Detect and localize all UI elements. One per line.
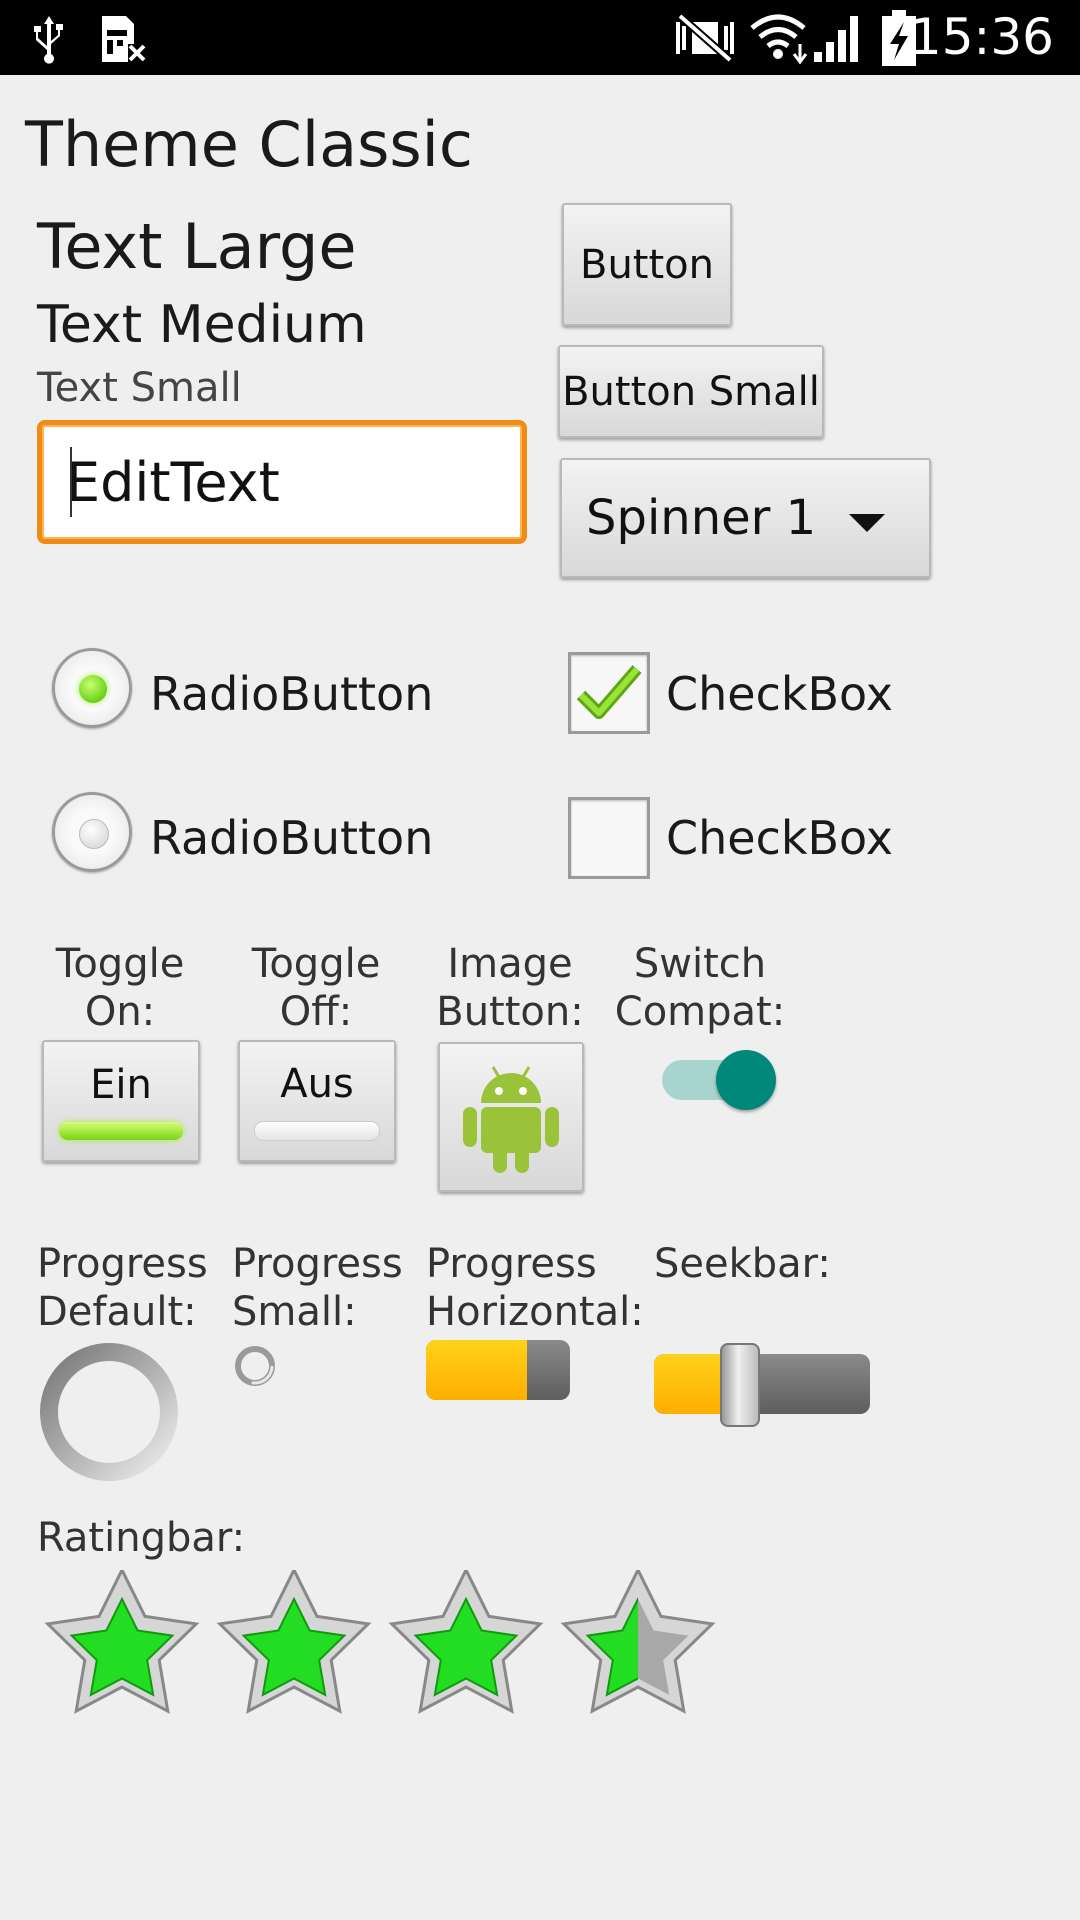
progress-horizontal-label: Progress Horizontal: — [426, 1240, 644, 1336]
toggle-off-indicator — [254, 1121, 380, 1141]
seekbar-label: Seekbar: — [654, 1241, 831, 1287]
checkbox-2-label[interactable]: CheckBox — [666, 811, 893, 865]
progress-small-label-text: Progress Small: — [232, 1241, 403, 1335]
text-cursor — [70, 447, 72, 517]
checkbox-2[interactable] — [568, 797, 650, 879]
progress-default-spinner — [40, 1343, 178, 1481]
radio-button-1[interactable] — [52, 648, 132, 728]
seekbar-track[interactable] — [654, 1354, 870, 1414]
progress-horizontal-fill — [426, 1340, 527, 1400]
toggle-on-text: Ein — [90, 1062, 152, 1108]
spinner[interactable]: Spinner 1 — [560, 458, 931, 578]
wifi-icon — [750, 14, 808, 65]
toggle-on-button[interactable]: Ein — [42, 1040, 200, 1162]
radio-checked-dot — [79, 675, 107, 703]
switch-label-text: Switch Compat: — [614, 941, 786, 1035]
radio-button-2-label[interactable]: RadioButton — [150, 811, 433, 865]
usb-icon — [34, 16, 63, 64]
checkmark-icon — [576, 665, 642, 719]
toggle-on-label: Toggle On: — [40, 940, 200, 1036]
toggle-off-label-text: Toggle Off: — [251, 941, 381, 1035]
image-button[interactable] — [438, 1042, 584, 1192]
edittext-input[interactable] — [42, 425, 522, 539]
rating-star-4[interactable] — [560, 1570, 716, 1714]
status-bar: 15:36 — [0, 0, 1080, 75]
seekbar-thumb[interactable] — [720, 1343, 761, 1427]
sim-missing-icon — [102, 16, 146, 62]
progress-default-label: Progress Default: — [37, 1240, 208, 1336]
screen-title: Theme Classic — [25, 108, 473, 181]
toggle-off-button[interactable]: Aus — [238, 1040, 396, 1162]
progress-horizontal — [426, 1340, 570, 1400]
rating-star-3[interactable] — [388, 1570, 544, 1714]
button-small[interactable]: Button Small — [558, 345, 824, 438]
text-small: Text Small — [37, 365, 242, 411]
radio-unchecked-dot — [79, 819, 109, 849]
toggle-off-text: Aus — [280, 1061, 354, 1107]
checkbox-1[interactable] — [568, 652, 650, 734]
text-medium: Text Medium — [37, 295, 367, 355]
switch-thumb[interactable] — [716, 1050, 776, 1110]
mute-icon — [676, 12, 734, 64]
switch-label: Switch Compat: — [610, 940, 790, 1036]
android-icon — [463, 1066, 559, 1173]
checkbox-1-label[interactable]: CheckBox — [666, 667, 893, 721]
clock: 15:36 — [909, 8, 1054, 66]
radio-button-1-label[interactable]: RadioButton — [150, 667, 433, 721]
image-button-label-text: Image Button: — [436, 941, 584, 1035]
ratingbar[interactable] — [42, 1570, 722, 1730]
progress-horizontal-label-text: Progress Horizontal: — [426, 1241, 644, 1335]
spinner-selected-value: Spinner 1 — [586, 490, 817, 546]
progress-default-label-text: Progress Default: — [37, 1241, 208, 1335]
toggle-off-label: Toggle Off: — [236, 940, 396, 1036]
radio-button-2[interactable] — [52, 792, 132, 872]
image-button-label: Image Button: — [430, 940, 590, 1036]
button[interactable]: Button — [562, 203, 732, 326]
dropdown-arrow-icon — [849, 514, 885, 532]
rating-star-1[interactable] — [44, 1570, 200, 1714]
text-large: Text Large — [37, 210, 357, 283]
rating-star-2[interactable] — [216, 1570, 372, 1714]
progress-small-spinner — [235, 1346, 275, 1386]
edittext-field[interactable] — [37, 420, 527, 544]
toggle-on-indicator — [59, 1122, 183, 1140]
signal-icon — [814, 16, 858, 62]
progress-small-label: Progress Small: — [232, 1240, 403, 1336]
ratingbar-label: Ratingbar: — [37, 1515, 246, 1561]
toggle-on-label-text: Toggle On: — [55, 941, 185, 1035]
